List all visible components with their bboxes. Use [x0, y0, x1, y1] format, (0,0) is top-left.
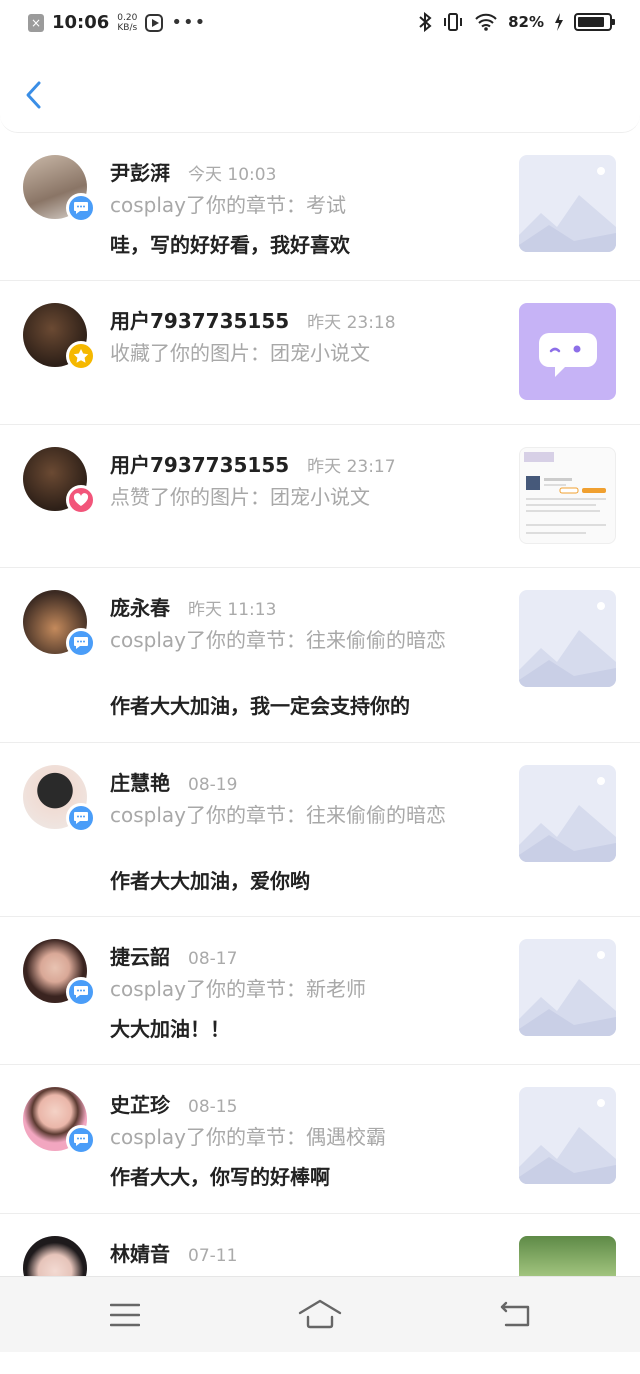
comment-text: 作者大大，你写的好棒啊	[110, 1165, 330, 1189]
comment-text: 哇，写的好好看，我好喜欢	[110, 233, 350, 257]
star-badge-icon	[66, 341, 96, 371]
timestamp: 今天 10:03	[188, 165, 277, 185]
action-text: cosplay了你的章节：偶遇校霸	[110, 1125, 386, 1149]
comment-badge-icon	[66, 628, 96, 658]
action-text: cosplay了你的章节：新老师	[110, 977, 366, 1001]
action-text: cosplay了你的章节：往来偷偷的暗恋	[110, 628, 446, 652]
user-name: 用户7937735155 昨天 23:18	[110, 309, 396, 333]
comment-badge-icon	[66, 1125, 96, 1155]
comment-badge-icon	[66, 977, 96, 1007]
timestamp: 08-17	[188, 949, 238, 969]
list-item[interactable]: 庞永春 昨天 11:13 cosplay了你的章节：往来偷偷的暗恋 作者大大加油，…	[0, 568, 640, 743]
system-nav-bar	[0, 1276, 640, 1352]
heart-badge-icon	[66, 485, 96, 515]
user-name: 庞永春 昨天 11:13	[110, 596, 277, 620]
list-item[interactable]: 尹彭湃 今天 10:03 cosplay了你的章节：考试 哇，写的好好看，我好喜欢	[0, 133, 640, 281]
timestamp: 08-15	[188, 1097, 238, 1117]
timestamp: 昨天 23:18	[307, 313, 396, 333]
user-name: 史芷珍 08-15	[110, 1093, 238, 1117]
vibrate-icon	[444, 13, 463, 31]
user-name: 用户7937735155 昨天 23:17	[110, 453, 396, 477]
list-item[interactable]: 用户7937735155 昨天 23:17 点赞了你的图片：团宠小说文	[0, 425, 640, 568]
placeholder-thumbnail[interactable]	[519, 939, 616, 1036]
screenshot-thumbnail[interactable]	[519, 447, 616, 544]
status-bar: × 10:06 0.20 KB/s ••• 82%	[0, 0, 640, 50]
battery-icon	[574, 13, 615, 31]
network-speed: 0.20 KB/s	[117, 12, 138, 33]
comment-text: 作者大大加油，爱你哟	[110, 869, 310, 893]
user-name: 捷云韶 08-17	[110, 945, 238, 969]
timestamp: 07-11	[188, 1246, 238, 1266]
timestamp: 08-19	[188, 775, 238, 795]
list-item[interactable]: 庄慧艳 08-19 cosplay了你的章节：往来偷偷的暗恋 作者大大加油，爱你哟	[0, 743, 640, 917]
home-icon[interactable]	[298, 1299, 342, 1329]
charging-icon	[555, 13, 563, 31]
media-icon	[145, 13, 164, 32]
notification-icon: ×	[28, 13, 44, 32]
bluetooth-icon	[419, 12, 432, 32]
battery-percent: 82%	[508, 13, 544, 31]
wifi-icon	[475, 13, 497, 31]
list-item[interactable]: 捷云韶 08-17 cosplay了你的章节：新老师 大大加油！！	[0, 917, 640, 1065]
user-name: 林婧音 07-11	[110, 1242, 238, 1266]
list-item[interactable]: 史芷珍 08-15 cosplay了你的章节：偶遇校霸 作者大大，你写的好棒啊	[0, 1065, 640, 1214]
header	[0, 50, 640, 133]
action-text: cosplay了你的章节：考试	[110, 193, 346, 217]
list-item[interactable]: 用户7937735155 昨天 23:18 收藏了你的图片：团宠小说文	[0, 281, 640, 425]
placeholder-thumbnail[interactable]	[519, 590, 616, 687]
chat-bubble-thumbnail[interactable]	[519, 303, 616, 400]
timestamp: 昨天 23:17	[307, 457, 396, 477]
comment-badge-icon	[66, 193, 96, 223]
user-name: 尹彭湃 今天 10:03	[110, 161, 277, 185]
more-icon: •••	[171, 12, 207, 33]
timestamp: 昨天 11:13	[188, 600, 277, 620]
comment-text: 大大加油！！	[110, 1017, 230, 1041]
clock: 10:06	[52, 12, 110, 33]
action-text: cosplay了你的章节：往来偷偷的暗恋	[110, 803, 446, 827]
comment-text: 作者大大加油，我一定会支持你的	[110, 694, 410, 718]
user-name: 庄慧艳 08-19	[110, 771, 238, 795]
placeholder-thumbnail[interactable]	[519, 1087, 616, 1184]
menu-icon[interactable]	[110, 1303, 140, 1327]
action-text: 收藏了你的图片：团宠小说文	[110, 341, 370, 365]
comment-badge-icon	[66, 803, 96, 833]
placeholder-thumbnail[interactable]	[519, 155, 616, 252]
back-icon[interactable]	[500, 1301, 532, 1327]
placeholder-thumbnail[interactable]	[519, 765, 616, 862]
back-button[interactable]	[24, 80, 44, 110]
action-text: 点赞了你的图片：团宠小说文	[110, 485, 370, 509]
